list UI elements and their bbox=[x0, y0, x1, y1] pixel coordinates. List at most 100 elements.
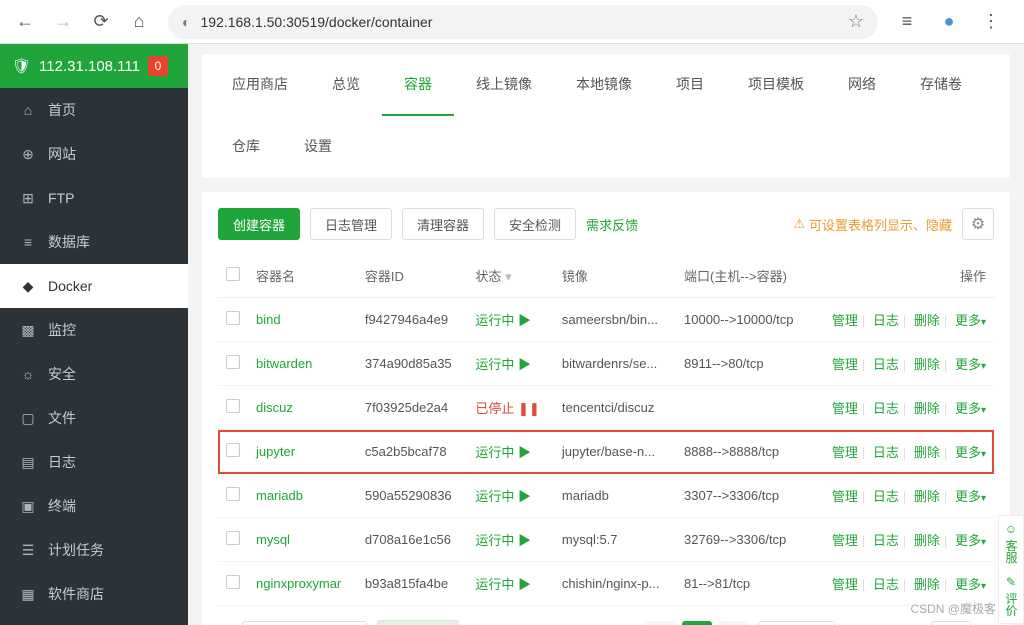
sidebar-item-监控[interactable]: ▩监控 bbox=[0, 308, 188, 352]
container-name-link[interactable]: mariadb bbox=[256, 488, 303, 503]
action-more[interactable]: 更多▾ bbox=[955, 577, 986, 592]
action-delete[interactable]: 删除 bbox=[914, 445, 940, 460]
tab-应用商店[interactable]: 应用商店 bbox=[210, 54, 310, 116]
row-checkbox[interactable] bbox=[226, 487, 240, 501]
action-manage[interactable]: 管理 bbox=[832, 401, 858, 416]
per-page-select[interactable]: 20条/页 bbox=[758, 621, 834, 625]
sidebar-item-日志[interactable]: ▤日志 bbox=[0, 440, 188, 484]
tab-设置[interactable]: 设置 bbox=[282, 116, 354, 178]
sidebar-item-FTP[interactable]: ⊞FTP bbox=[0, 176, 188, 220]
container-name-link[interactable]: nginxproxymar bbox=[256, 576, 341, 591]
sidebar-item-网站[interactable]: ⊕网站 bbox=[0, 132, 188, 176]
action-manage[interactable]: 管理 bbox=[832, 445, 858, 460]
support-tab[interactable]: ☺ 客服 bbox=[999, 516, 1024, 569]
action-log[interactable]: 日志 bbox=[873, 401, 899, 416]
container-name-link[interactable]: discuz bbox=[256, 400, 293, 415]
container-status[interactable]: 运行中 ▶ bbox=[467, 562, 553, 606]
action-more[interactable]: 更多▾ bbox=[955, 313, 986, 328]
container-status[interactable]: 运行中 ▶ bbox=[467, 474, 553, 518]
sidebar-item-计划任务[interactable]: ☰计划任务 bbox=[0, 528, 188, 572]
reading-list-icon[interactable]: ≡ bbox=[890, 5, 924, 39]
col-status[interactable]: 状态 ▾ bbox=[467, 254, 553, 298]
action-log[interactable]: 日志 bbox=[873, 533, 899, 548]
tab-线上镜像[interactable]: 线上镜像 bbox=[454, 54, 554, 116]
page-prev[interactable]: ‹ bbox=[646, 621, 676, 625]
tab-网络[interactable]: 网络 bbox=[826, 54, 898, 116]
action-delete[interactable]: 删除 bbox=[914, 401, 940, 416]
feedback-link[interactable]: 需求反馈 bbox=[586, 215, 638, 234]
sidebar-item-数据库[interactable]: ≡数据库 bbox=[0, 220, 188, 264]
action-log[interactable]: 日志 bbox=[873, 445, 899, 460]
tab-本地镜像[interactable]: 本地镜像 bbox=[554, 54, 654, 116]
row-checkbox[interactable] bbox=[226, 575, 240, 589]
row-checkbox[interactable] bbox=[226, 531, 240, 545]
sidebar-item-label: 数据库 bbox=[48, 232, 90, 252]
address-bar[interactable]: ◐ 192.168.1.50:30519/docker/container ☆ bbox=[168, 5, 878, 39]
reload-button[interactable]: ⟳ bbox=[84, 5, 118, 39]
action-log[interactable]: 日志 bbox=[873, 489, 899, 504]
row-checkbox[interactable] bbox=[226, 311, 240, 325]
container-status[interactable]: 已停止 ❚❚ bbox=[467, 386, 553, 430]
row-checkbox[interactable] bbox=[226, 399, 240, 413]
container-name-link[interactable]: bitwarden bbox=[256, 356, 312, 371]
action-delete[interactable]: 删除 bbox=[914, 313, 940, 328]
tab-项目模板[interactable]: 项目模板 bbox=[726, 54, 826, 116]
action-delete[interactable]: 删除 bbox=[914, 489, 940, 504]
action-manage[interactable]: 管理 bbox=[832, 577, 858, 592]
sidebar-item-文件[interactable]: ▢文件 bbox=[0, 396, 188, 440]
tab-项目[interactable]: 项目 bbox=[654, 54, 726, 116]
tab-仓库[interactable]: 仓库 bbox=[210, 116, 282, 178]
alert-badge[interactable]: 0 bbox=[148, 56, 168, 76]
action-more[interactable]: 更多▾ bbox=[955, 533, 986, 548]
container-status[interactable]: 运行中 ▶ bbox=[467, 430, 553, 474]
sidebar-item-安全[interactable]: ☼安全 bbox=[0, 352, 188, 396]
bookmark-icon[interactable]: ☆ bbox=[848, 11, 864, 32]
batch-select[interactable]: 请选择批量操作 bbox=[242, 621, 367, 625]
row-checkbox[interactable] bbox=[226, 355, 240, 369]
action-more[interactable]: 更多▾ bbox=[955, 489, 986, 504]
profile-icon[interactable]: ● bbox=[932, 5, 966, 39]
container-status[interactable]: 运行中 ▶ bbox=[467, 518, 553, 562]
goto-input[interactable] bbox=[931, 621, 971, 625]
action-delete[interactable]: 删除 bbox=[914, 533, 940, 548]
container-name-link[interactable]: jupyter bbox=[256, 444, 295, 459]
action-log[interactable]: 日志 bbox=[873, 577, 899, 592]
tab-容器[interactable]: 容器 bbox=[382, 54, 454, 116]
container-name-link[interactable]: bind bbox=[256, 312, 281, 327]
select-all-checkbox[interactable] bbox=[226, 267, 240, 281]
container-name-link[interactable]: mysql bbox=[256, 532, 290, 547]
action-log[interactable]: 日志 bbox=[873, 313, 899, 328]
action-more[interactable]: 更多▾ bbox=[955, 445, 986, 460]
security-check-button[interactable]: 安全检测 bbox=[494, 208, 576, 240]
page-current[interactable]: 1 bbox=[682, 621, 712, 625]
container-status[interactable]: 运行中 ▶ bbox=[467, 342, 553, 386]
action-delete[interactable]: 删除 bbox=[914, 577, 940, 592]
row-checkbox[interactable] bbox=[226, 443, 240, 457]
action-manage[interactable]: 管理 bbox=[832, 533, 858, 548]
action-delete[interactable]: 删除 bbox=[914, 357, 940, 372]
container-status[interactable]: 运行中 ▶ bbox=[467, 298, 553, 342]
sidebar-item-首页[interactable]: ⌂首页 bbox=[0, 88, 188, 132]
review-tab[interactable]: ✎ 评价 bbox=[999, 569, 1024, 622]
sidebar-item-软件商店[interactable]: ▦软件商店 bbox=[0, 572, 188, 616]
action-manage[interactable]: 管理 bbox=[832, 357, 858, 372]
action-more[interactable]: 更多▾ bbox=[955, 357, 986, 372]
batch-action-button[interactable]: 批量操作 bbox=[377, 620, 459, 625]
back-button[interactable]: ← bbox=[8, 5, 42, 39]
sidebar-item-终端[interactable]: ▣终端 bbox=[0, 484, 188, 528]
page-next[interactable]: › bbox=[718, 621, 748, 625]
menu-icon[interactable]: ⋮ bbox=[974, 5, 1008, 39]
sidebar-item-Docker[interactable]: ◆Docker bbox=[0, 264, 188, 308]
settings-button[interactable]: ⚙ bbox=[962, 208, 994, 240]
clean-container-button[interactable]: 清理容器 bbox=[402, 208, 484, 240]
tab-总览[interactable]: 总览 bbox=[310, 54, 382, 116]
tab-存储卷[interactable]: 存储卷 bbox=[898, 54, 984, 116]
forward-button[interactable]: → bbox=[46, 5, 80, 39]
action-manage[interactable]: 管理 bbox=[832, 313, 858, 328]
home-button[interactable]: ⌂ bbox=[122, 5, 156, 39]
action-log[interactable]: 日志 bbox=[873, 357, 899, 372]
action-manage[interactable]: 管理 bbox=[832, 489, 858, 504]
log-manage-button[interactable]: 日志管理 bbox=[310, 208, 392, 240]
action-more[interactable]: 更多▾ bbox=[955, 401, 986, 416]
create-container-button[interactable]: 创建容器 bbox=[218, 208, 300, 240]
